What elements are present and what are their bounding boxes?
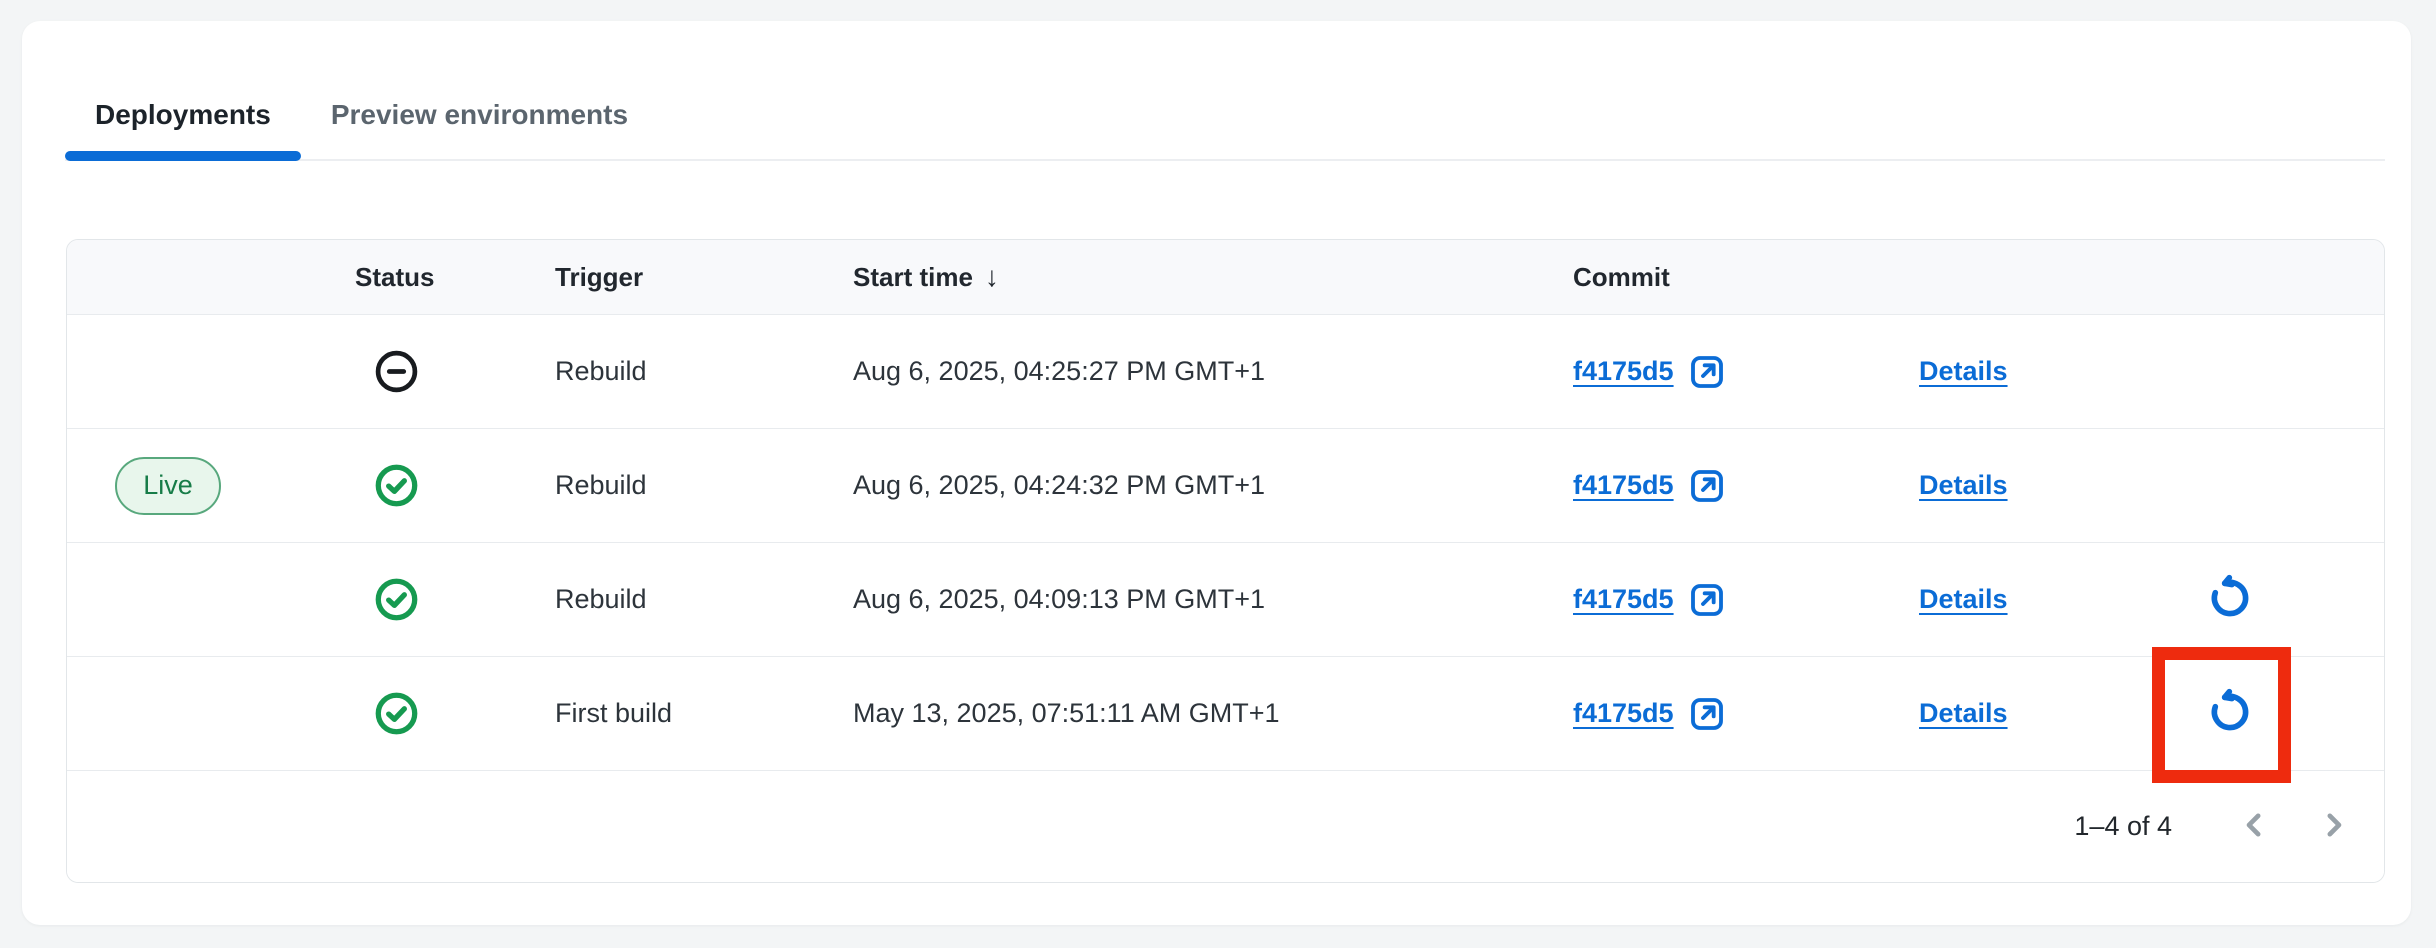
details-link[interactable]: Details [1919,470,2008,500]
header-trigger: Trigger [541,262,841,293]
commit-link[interactable]: f4175d5 [1573,584,1674,615]
active-tab-underline [65,151,301,161]
pagination-prev-button[interactable] [2230,803,2278,851]
success-icon [373,462,541,509]
pagination-next-button[interactable] [2310,803,2358,851]
header-commit: Commit [1559,262,1904,293]
retry-button[interactable] [2200,684,2260,744]
trigger-cell: Rebuild [541,584,841,615]
details-link[interactable]: Details [1919,584,2008,614]
details-link[interactable]: Details [1919,356,2008,386]
tab-deployments-label: Deployments [95,99,271,130]
chevron-right-icon [2314,805,2354,848]
chevron-left-icon [2234,805,2274,848]
arrow-down-icon: ↓ [985,261,999,293]
table-row: Live Rebuild Aug 6, 2025, 04:24:32 PM GM… [67,428,2384,542]
live-badge: Live [115,457,221,515]
header-start-time[interactable]: Start time ↓ [841,261,1559,293]
success-icon [373,690,541,737]
commit-link[interactable]: f4175d5 [1573,470,1674,501]
header-start-time-label: Start time [853,262,973,293]
trigger-cell: Rebuild [541,356,841,387]
commit-link[interactable]: f4175d5 [1573,698,1674,729]
success-icon [373,576,541,623]
details-link[interactable]: Details [1919,698,2008,728]
retry-button[interactable] [2200,570,2260,630]
external-link-icon [1687,694,1727,734]
pagination-range: 1–4 of 4 [2074,811,2172,842]
trigger-cell: First build [541,698,841,729]
table-header-row: Status Trigger Start time ↓ Commit [67,240,2384,314]
header-status: Status [341,262,541,293]
stopped-icon [373,348,541,395]
table-row: Rebuild Aug 6, 2025, 04:09:13 PM GMT+1 f… [67,542,2384,656]
page: { "tabs": [ { "label": "Deployments", "a… [0,0,2436,948]
table-row: First build May 13, 2025, 07:51:11 AM GM… [67,656,2384,770]
tab-preview-environments[interactable]: Preview environments [301,89,658,159]
table-row: Rebuild Aug 6, 2025, 04:25:27 PM GMT+1 f… [67,314,2384,428]
deployments-table: Status Trigger Start time ↓ Commit [66,239,2385,883]
tab-deployments[interactable]: Deployments [65,89,301,159]
tab-bar: Deployments Preview environments [65,89,2385,161]
tab-preview-environments-label: Preview environments [331,99,628,130]
deployments-card: Deployments Preview environments Status … [22,21,2411,925]
commit-link[interactable]: f4175d5 [1573,356,1674,387]
external-link-icon [1687,580,1727,620]
start-time-cell: Aug 6, 2025, 04:25:27 PM GMT+1 [841,356,1559,387]
start-time-cell: May 13, 2025, 07:51:11 AM GMT+1 [841,698,1559,729]
table-footer: 1–4 of 4 [67,770,2384,882]
external-link-icon [1687,466,1727,506]
start-time-cell: Aug 6, 2025, 04:09:13 PM GMT+1 [841,584,1559,615]
retry-counterclockwise-icon [2204,572,2256,627]
retry-counterclockwise-icon [2204,686,2256,741]
external-link-icon [1687,352,1727,392]
start-time-cell: Aug 6, 2025, 04:24:32 PM GMT+1 [841,470,1559,501]
trigger-cell: Rebuild [541,470,841,501]
